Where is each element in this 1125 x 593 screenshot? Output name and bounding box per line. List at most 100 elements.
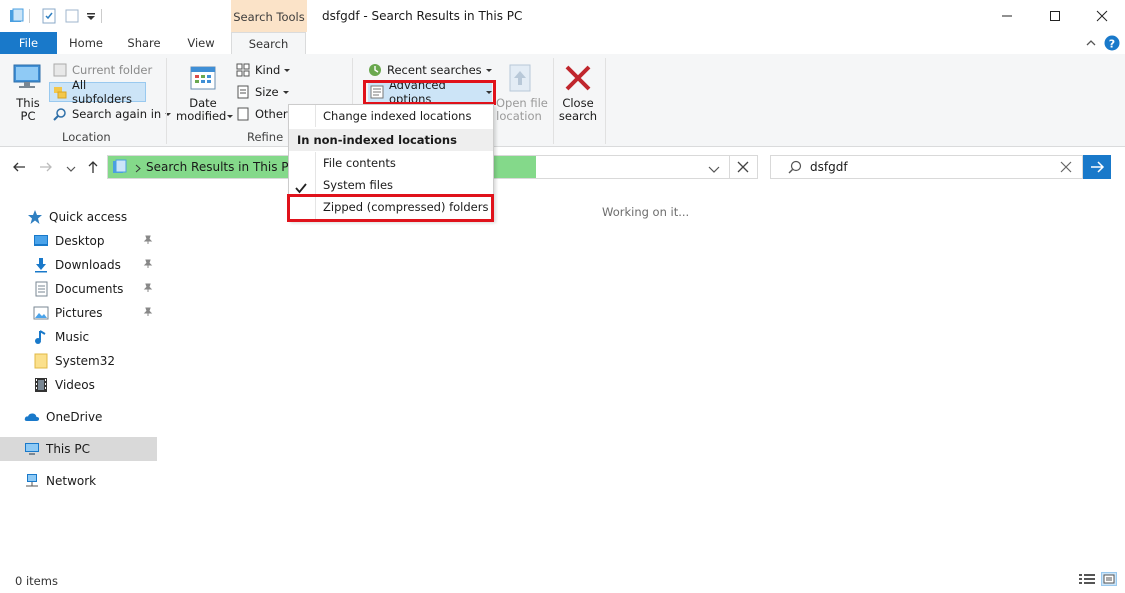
nav-label: This PC <box>46 442 90 456</box>
current-folder-button[interactable]: Current folder <box>53 60 152 80</box>
all-subfolders-button[interactable]: All subfolders <box>49 78 146 106</box>
chevron-down-icon <box>284 68 291 72</box>
download-icon <box>33 257 49 273</box>
up-button[interactable] <box>85 159 101 178</box>
menu-item-change-indexed-locations[interactable]: Change indexed locations <box>289 105 493 127</box>
collapse-ribbon-icon[interactable] <box>1085 37 1097 51</box>
nav-quick-access[interactable]: Quick access <box>0 205 157 229</box>
tab-file[interactable]: File <box>0 32 57 54</box>
nav-item-videos[interactable]: Videos <box>0 373 157 397</box>
tab-search[interactable]: Search <box>231 32 306 55</box>
nav-item-documents[interactable]: Documents <box>0 277 157 301</box>
menu-item-label: Change indexed locations <box>323 109 472 123</box>
subfolders-icon <box>53 85 67 99</box>
nav-label: Downloads <box>55 258 121 272</box>
open-file-location-button[interactable]: Open file location <box>496 60 548 126</box>
qat-divider <box>29 9 30 23</box>
nav-network[interactable]: Network <box>0 469 157 493</box>
tab-home[interactable]: Home <box>60 32 112 54</box>
qat-divider <box>101 9 102 23</box>
pin-icon[interactable] <box>143 282 153 296</box>
calendar-icon <box>189 64 217 95</box>
close-search-icon <box>563 63 593 96</box>
kind-button[interactable]: Kind <box>236 60 291 80</box>
open-file-location-icon <box>506 63 534 96</box>
customize-qat-icon[interactable] <box>86 11 96 25</box>
cloud-icon <box>24 409 40 425</box>
videos-icon <box>33 377 49 393</box>
music-icon <box>33 329 49 345</box>
close-search-button[interactable]: Close search <box>557 60 599 126</box>
kind-label: Kind <box>255 63 281 77</box>
ribbon-separator <box>553 58 554 144</box>
menu-section-label: In non-indexed locations <box>297 133 457 147</box>
large-icons-view-button[interactable] <box>1101 572 1117 586</box>
back-button[interactable] <box>11 159 27 178</box>
search-again-in-label: Search again in <box>72 107 162 121</box>
highlight-box <box>287 194 494 222</box>
minimize-button[interactable] <box>992 8 1022 24</box>
search-again-icon <box>53 107 67 121</box>
pin-icon[interactable] <box>143 258 153 272</box>
clear-search-button[interactable] <box>1060 161 1072 176</box>
nav-item-system32[interactable]: System32 <box>0 349 157 373</box>
pin-icon[interactable] <box>143 234 153 248</box>
search-go-button[interactable] <box>1083 155 1111 179</box>
computer-icon <box>24 441 40 457</box>
menu-item-system-files[interactable]: System files <box>289 174 493 196</box>
search-query: dsfgdf <box>810 160 848 174</box>
nav-this-pc[interactable]: This PC <box>0 437 157 461</box>
menu-item-label: System files <box>323 178 394 192</box>
maximize-button[interactable] <box>1040 8 1070 24</box>
svg-text:?: ? <box>1109 38 1115 51</box>
date-modified-label: Date <box>189 96 217 110</box>
nav-label: Documents <box>55 282 124 296</box>
stop-search-button[interactable] <box>737 161 749 176</box>
this-pc-icon <box>112 159 128 178</box>
recent-searches-label: Recent searches <box>387 63 482 77</box>
search-status-text: Working on it... <box>602 205 690 219</box>
forward-button[interactable] <box>38 159 54 178</box>
address-history-dropdown[interactable] <box>708 163 720 177</box>
open-file-location-label: location <box>496 109 542 123</box>
tab-view[interactable]: View <box>176 32 226 54</box>
menu-section-header: In non-indexed locations <box>289 129 493 151</box>
new-folder-icon[interactable] <box>64 8 80 27</box>
close-window-button[interactable] <box>1087 8 1117 24</box>
other-properties-label: Other <box>255 107 288 121</box>
this-pc-button[interactable]: This PC <box>8 60 48 126</box>
nav-item-desktop[interactable]: Desktop <box>0 229 157 253</box>
properties-icon[interactable] <box>41 8 57 27</box>
chevron-down-icon <box>282 90 289 94</box>
details-view-button[interactable] <box>1079 573 1095 588</box>
address-divider <box>729 155 730 179</box>
kind-icon <box>236 63 250 77</box>
pictures-icon <box>33 305 49 321</box>
app-icon[interactable] <box>9 8 25 27</box>
desktop-icon <box>33 233 49 249</box>
open-file-location-label: Open file <box>496 96 548 110</box>
refine-group-label: Refine <box>247 130 284 144</box>
nav-item-downloads[interactable]: Downloads <box>0 253 157 277</box>
size-button[interactable]: Size <box>236 82 289 102</box>
nav-onedrive[interactable]: OneDrive <box>0 405 157 429</box>
this-pc-icon <box>12 62 44 95</box>
tab-share[interactable]: Share <box>118 32 170 54</box>
recent-searches-button[interactable]: Recent searches <box>368 60 492 80</box>
nav-label: Network <box>46 474 97 488</box>
nav-item-pictures[interactable]: Pictures <box>0 301 157 325</box>
other-properties-icon <box>236 107 250 121</box>
pin-icon[interactable] <box>143 306 153 320</box>
close-search-label: search <box>558 109 598 123</box>
search-again-in-button[interactable]: Search again in <box>53 104 172 124</box>
size-icon <box>236 85 250 99</box>
context-tab-label: Search Tools <box>233 10 305 24</box>
other-properties-button[interactable]: Other <box>236 104 288 124</box>
nav-label: Desktop <box>55 234 105 248</box>
recent-locations-button[interactable] <box>66 162 76 176</box>
breadcrumb[interactable]: Search Results in This PC <box>146 160 297 174</box>
help-icon[interactable]: ? <box>1104 35 1120 54</box>
date-modified-button[interactable]: Date modified <box>174 60 233 126</box>
nav-item-music[interactable]: Music <box>0 325 157 349</box>
menu-item-file-contents[interactable]: File contents <box>289 152 493 174</box>
